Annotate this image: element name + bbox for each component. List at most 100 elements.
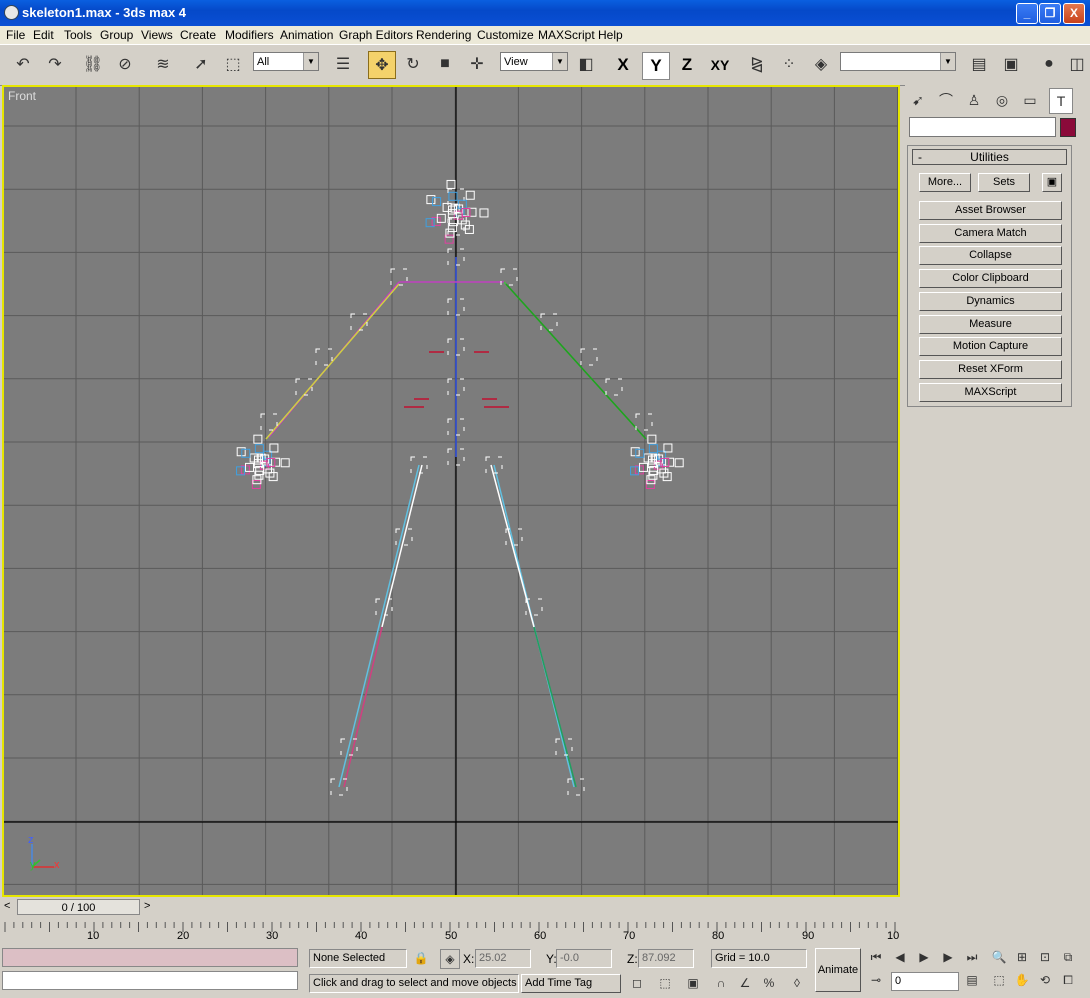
- named-selection-dropdown[interactable]: ▼: [840, 52, 956, 71]
- select-region-icon[interactable]: ⬚: [220, 51, 246, 77]
- align-icon[interactable]: ◈: [808, 51, 834, 77]
- front-viewport[interactable]: Front z x y: [2, 85, 900, 897]
- zoom-extents-all-icon[interactable]: ⧉: [1059, 948, 1077, 966]
- timeline-ruler[interactable]: 10 20 30 40 50 60 70 80 90 10: [0, 918, 900, 944]
- unlink-icon[interactable]: ⊘: [112, 51, 138, 77]
- configure-sets-icon[interactable]: ▣: [1042, 173, 1062, 192]
- time-next-button[interactable]: >: [144, 900, 150, 912]
- selection-lock-icon[interactable]: ⬚: [656, 974, 674, 992]
- object-color-swatch[interactable]: [1060, 118, 1076, 137]
- scale-icon[interactable]: ■: [432, 51, 458, 77]
- link-icon[interactable]: ⛓: [80, 51, 106, 77]
- go-to-end-icon[interactable]: ⏭: [963, 948, 981, 966]
- play-icon[interactable]: ▶: [915, 948, 933, 966]
- go-to-start-icon[interactable]: ⏮: [867, 948, 885, 966]
- rollout-header[interactable]: - Utilities: [912, 149, 1067, 165]
- axis-x-button[interactable]: X: [610, 52, 636, 78]
- maxscript-button[interactable]: MAXScript: [919, 383, 1062, 402]
- next-frame-icon[interactable]: ▶: [939, 948, 957, 966]
- menu-graph-editors[interactable]: Graph Editors: [339, 28, 413, 42]
- maxscript-listener-mini[interactable]: [2, 948, 298, 967]
- manipulate-icon[interactable]: ✛: [464, 51, 490, 77]
- collapse-button[interactable]: Collapse: [919, 246, 1062, 265]
- minimize-button[interactable]: _: [1016, 3, 1038, 24]
- menu-customize[interactable]: Customize: [477, 28, 534, 42]
- motion-icon[interactable]: ◎: [991, 88, 1013, 112]
- x-coordinate-field[interactable]: 25.02: [475, 949, 531, 968]
- menu-views[interactable]: Views: [141, 28, 173, 42]
- menu-help[interactable]: Help: [598, 28, 623, 42]
- hierarchy-icon[interactable]: ♙: [963, 88, 985, 112]
- menu-maxscript[interactable]: MAXScript: [538, 28, 595, 42]
- array-icon[interactable]: ⁘: [776, 51, 802, 77]
- menu-edit[interactable]: Edit: [33, 28, 54, 42]
- reset-xform-button[interactable]: Reset XForm: [919, 360, 1062, 379]
- utilities-icon[interactable]: T: [1049, 88, 1073, 114]
- key-mode-icon[interactable]: ⊸: [867, 971, 885, 989]
- select-by-name-icon[interactable]: ☰: [330, 51, 356, 77]
- arc-rotate-icon[interactable]: ⟲: [1036, 971, 1054, 989]
- reference-coordinate-dropdown[interactable]: View ▼: [500, 52, 568, 71]
- spinner-snap-icon[interactable]: ◊: [788, 974, 806, 992]
- pan-icon[interactable]: ✋: [1013, 971, 1031, 989]
- modify-icon[interactable]: ⌒: [935, 88, 957, 112]
- dynamics-button[interactable]: Dynamics: [919, 292, 1062, 311]
- zoom-icon[interactable]: 🔍: [990, 948, 1008, 966]
- viewport-label[interactable]: Front: [8, 89, 36, 103]
- menu-rendering[interactable]: Rendering: [416, 28, 471, 42]
- maximize-viewport-icon[interactable]: ⧠: [1059, 971, 1077, 989]
- track-view-icon[interactable]: ▤: [966, 51, 992, 77]
- time-prev-button[interactable]: <: [4, 900, 10, 912]
- redo-icon[interactable]: ↷: [42, 51, 68, 77]
- close-button[interactable]: X: [1063, 3, 1085, 24]
- bind-spacewarp-icon[interactable]: ≋: [150, 51, 176, 77]
- menu-group[interactable]: Group: [100, 28, 133, 42]
- current-frame-field[interactable]: 0: [891, 972, 959, 991]
- z-coordinate-field[interactable]: 87.092: [638, 949, 694, 968]
- pivot-icon[interactable]: ◧: [573, 51, 599, 77]
- box-mode-icon[interactable]: ▣: [684, 974, 702, 992]
- axis-xy-button[interactable]: XY: [706, 52, 734, 78]
- menu-file[interactable]: File: [6, 28, 25, 42]
- previous-frame-icon[interactable]: ◀: [891, 948, 909, 966]
- time-configuration-icon[interactable]: ▤: [963, 971, 981, 989]
- animate-button[interactable]: Animate: [815, 948, 861, 992]
- menu-tools[interactable]: Tools: [64, 28, 92, 42]
- percent-snap-icon[interactable]: %: [760, 974, 778, 992]
- angle-snap-icon[interactable]: ∠: [736, 974, 754, 992]
- selection-filter-dropdown[interactable]: All ▼: [253, 52, 319, 71]
- menu-modifiers[interactable]: Modifiers: [225, 28, 274, 42]
- mirror-icon[interactable]: ⧎: [744, 51, 770, 77]
- zoom-all-icon[interactable]: ⊞: [1013, 948, 1031, 966]
- create-icon[interactable]: ➹: [907, 88, 929, 112]
- maximize-button[interactable]: ❐: [1039, 3, 1061, 24]
- menu-create[interactable]: Create: [180, 28, 216, 42]
- render-icon[interactable]: ◫: [1064, 51, 1090, 77]
- asset-browser-button[interactable]: Asset Browser: [919, 201, 1062, 220]
- axis-z-button[interactable]: Z: [674, 52, 700, 78]
- material-editor-icon[interactable]: ●: [1036, 51, 1062, 77]
- region-zoom-icon[interactable]: ⬚: [990, 971, 1008, 989]
- time-slider[interactable]: < 0 / 100 >: [0, 898, 900, 918]
- camera-match-button[interactable]: Camera Match: [919, 224, 1062, 243]
- display-icon[interactable]: ▭: [1019, 88, 1041, 112]
- viewport-shading-icon[interactable]: ◻: [628, 974, 646, 992]
- measure-button[interactable]: Measure: [919, 315, 1062, 334]
- absolute-mode-icon[interactable]: ◈: [440, 949, 460, 969]
- lock-icon[interactable]: 🔒: [412, 949, 430, 967]
- schematic-icon[interactable]: ▣: [998, 51, 1024, 77]
- more-button[interactable]: More...: [919, 173, 971, 192]
- sets-button[interactable]: Sets: [978, 173, 1030, 192]
- snap-icon[interactable]: ∩: [712, 974, 730, 992]
- y-coordinate-field[interactable]: -0.0: [556, 949, 612, 968]
- select-icon[interactable]: ➚: [188, 51, 214, 77]
- time-slider-thumb[interactable]: 0 / 100: [17, 899, 140, 915]
- add-time-tag-button[interactable]: Add Time Tag: [521, 974, 621, 993]
- motion-capture-button[interactable]: Motion Capture: [919, 337, 1062, 356]
- undo-icon[interactable]: ↶: [10, 51, 36, 77]
- menu-animation[interactable]: Animation: [280, 28, 333, 42]
- axis-y-button[interactable]: Y: [642, 52, 670, 80]
- move-icon[interactable]: ✥: [368, 51, 396, 79]
- color-clipboard-button[interactable]: Color Clipboard: [919, 269, 1062, 288]
- object-name-field[interactable]: [909, 117, 1056, 137]
